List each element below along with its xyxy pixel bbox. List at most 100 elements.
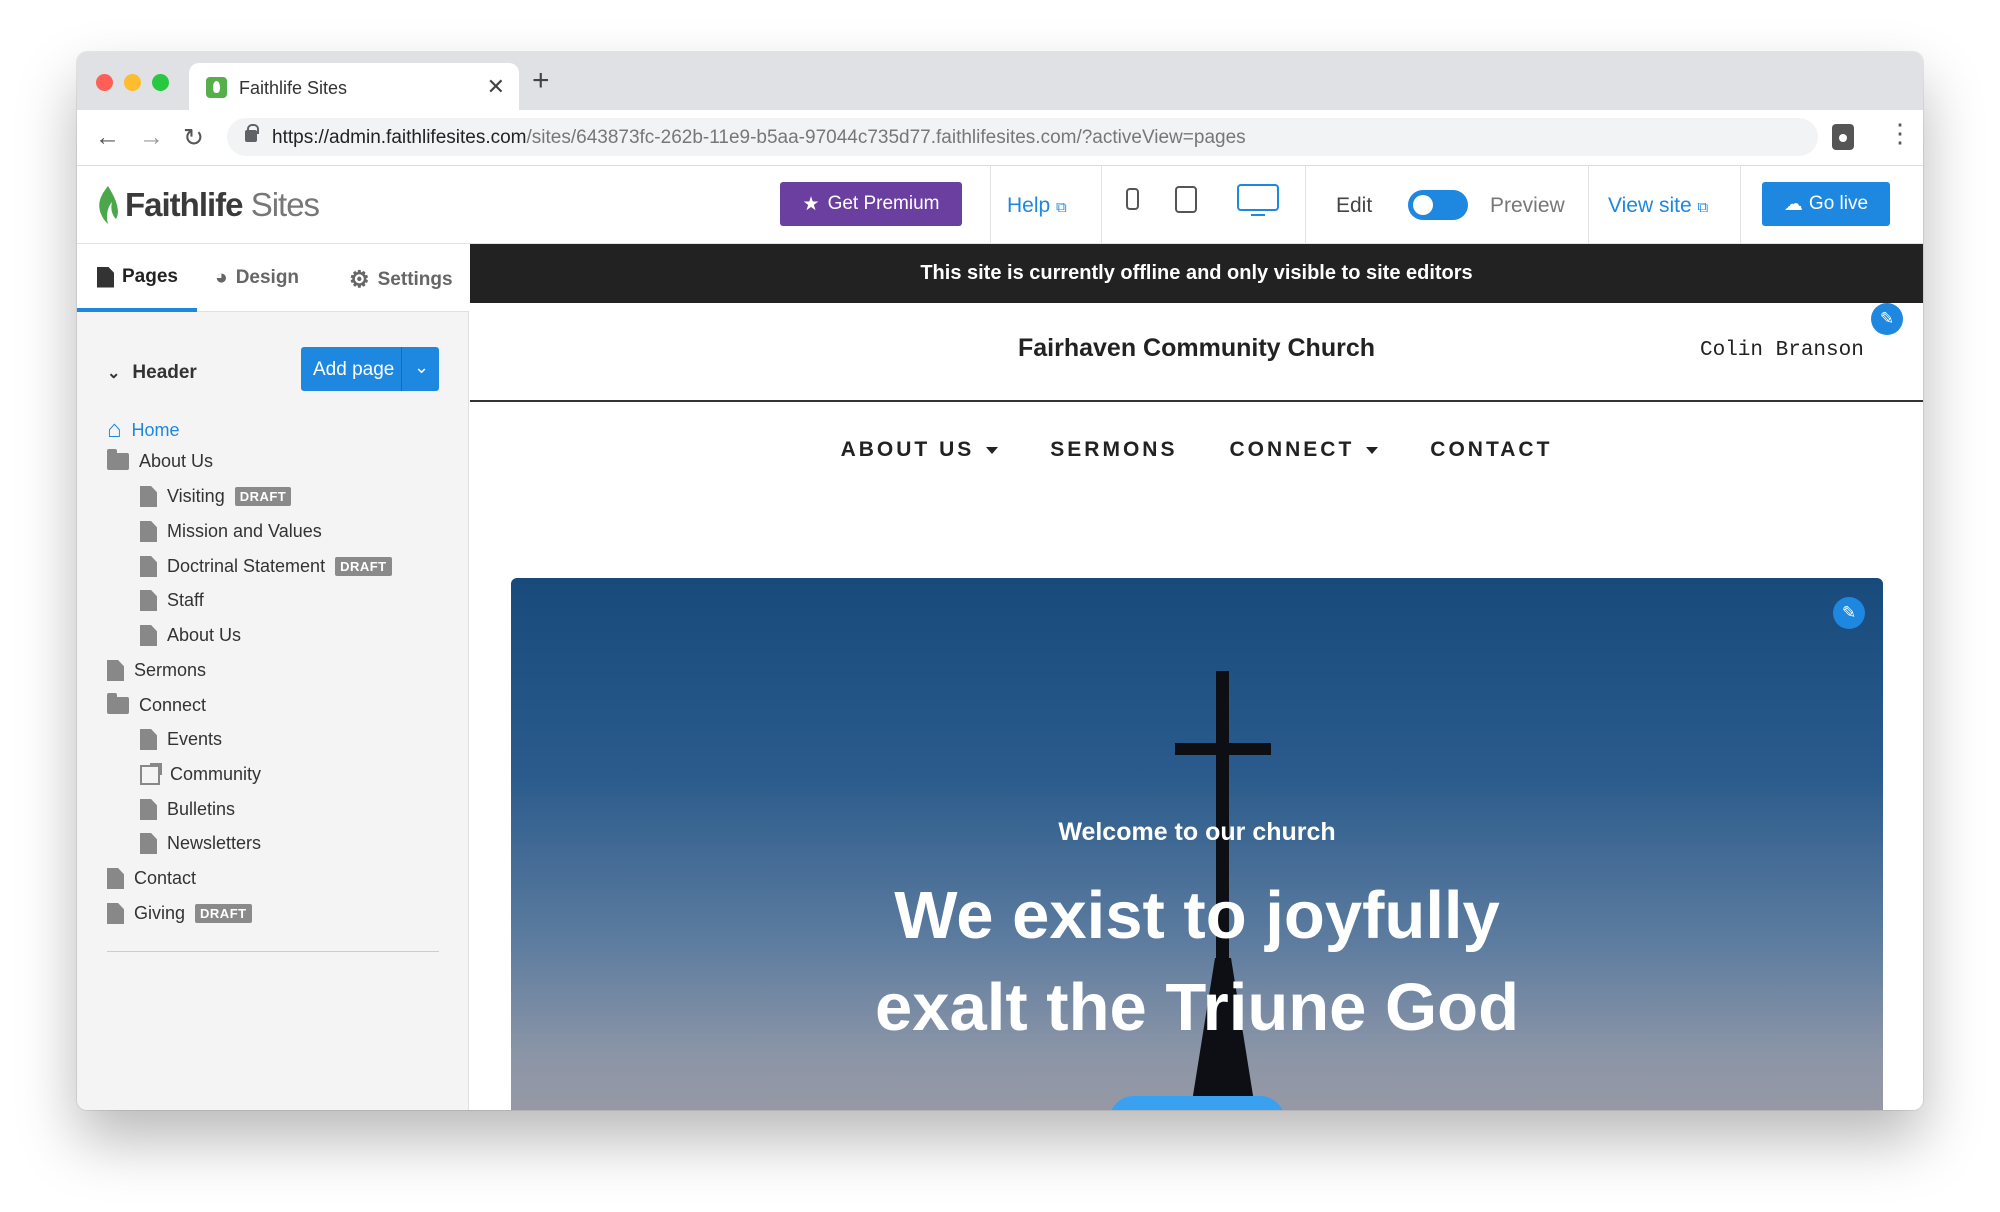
- minimize-window-button[interactable]: [124, 74, 141, 91]
- browser-titlebar: Faithlife Sites ✕ +: [77, 52, 1923, 110]
- sidebar-item-about-us-folder[interactable]: About Us: [107, 449, 213, 472]
- site-nav: ABOUT US SERMONS CONNECT CONTACT: [470, 438, 1923, 462]
- gear-icon: ⚙: [349, 266, 370, 292]
- header-section-toggle[interactable]: ⌄ Header: [107, 362, 197, 384]
- hero-headline: We exist to joyfully exalt the Triune Go…: [874, 878, 1520, 1045]
- app-header: Faithlife Sites ★ Get Premium Help ⧉ Edi…: [77, 166, 1923, 244]
- edit-header-pencil-icon[interactable]: ✎: [1871, 303, 1903, 335]
- palette-icon: ◕: [215, 266, 228, 289]
- maximize-window-button[interactable]: [152, 74, 169, 91]
- user-name[interactable]: Colin Branson: [1700, 339, 1864, 362]
- sidebar-item-visiting[interactable]: Visiting DRAFT: [140, 486, 292, 507]
- hero-button[interactable]: [1109, 1096, 1285, 1110]
- nav-connect[interactable]: CONNECT: [1229, 438, 1379, 462]
- help-link[interactable]: Help ⧉: [1007, 194, 1067, 218]
- browser-tab[interactable]: Faithlife Sites ✕: [189, 63, 519, 110]
- preview-label: Preview: [1490, 194, 1565, 217]
- page-icon: [140, 799, 157, 820]
- page-icon: [140, 486, 157, 507]
- page-icon: [107, 660, 124, 681]
- page-icon: [97, 266, 114, 288]
- sidebar-item-doctrinal-statement[interactable]: Doctrinal Statement DRAFT: [140, 556, 392, 577]
- sidebar-item-contact[interactable]: Contact: [107, 868, 196, 889]
- draft-badge: DRAFT: [335, 557, 392, 576]
- tablet-view-icon[interactable]: [1175, 186, 1197, 213]
- sidebar-item-events[interactable]: Events: [140, 729, 222, 750]
- edit-hero-pencil-icon[interactable]: ✎: [1833, 597, 1865, 629]
- sidebar-item-community[interactable]: Community: [140, 762, 261, 785]
- close-window-button[interactable]: [96, 74, 113, 91]
- cloud-upload-icon: ☁: [1783, 193, 1803, 215]
- sidebar-item-mission-and-values[interactable]: Mission and Values: [140, 521, 322, 542]
- edit-preview-toggle[interactable]: [1408, 190, 1468, 220]
- caret-down-icon: [1366, 446, 1379, 454]
- url-text[interactable]: https://admin.faithlifesites.com/sites/6…: [272, 127, 1246, 149]
- sidebar-tabs: Pages ◕ Design ⚙ Settings: [77, 244, 469, 312]
- extension-icon[interactable]: [1832, 124, 1854, 150]
- caret-down-icon: [986, 446, 999, 454]
- offline-banner: This site is currently offline and only …: [470, 244, 1923, 303]
- active-tab-indicator: [77, 308, 197, 312]
- close-tab-icon[interactable]: ✕: [487, 74, 505, 100]
- view-site-link[interactable]: View site ⧉: [1608, 194, 1708, 218]
- sidebar-item-sermons[interactable]: Sermons: [107, 660, 206, 681]
- home-icon: ⌂: [107, 416, 122, 443]
- folder-icon: [107, 693, 129, 714]
- sidebar-divider: [107, 951, 439, 952]
- flame-logo-icon: [99, 186, 118, 224]
- page-icon: [140, 833, 157, 854]
- external-link-icon: [140, 762, 162, 785]
- page-icon: [140, 521, 157, 542]
- external-link-icon: ⧉: [1056, 199, 1067, 216]
- get-premium-button[interactable]: ★ Get Premium: [780, 182, 962, 226]
- mobile-view-icon[interactable]: [1126, 188, 1139, 210]
- page-icon: [140, 625, 157, 646]
- nav-sermons[interactable]: SERMONS: [1050, 438, 1177, 462]
- edit-label: Edit: [1336, 194, 1373, 217]
- tab-design[interactable]: ◕ Design: [215, 266, 299, 290]
- tab-title: Faithlife Sites: [239, 78, 348, 98]
- address-bar[interactable]: https://admin.faithlifesites.com/sites/6…: [227, 118, 1818, 156]
- hero-welcome-text: Welcome to our church: [1058, 818, 1336, 846]
- go-live-button[interactable]: ☁ Go live: [1762, 182, 1890, 226]
- draft-badge: DRAFT: [234, 487, 292, 506]
- browser-window: Faithlife Sites ✕ + ← → ↻ https://admin.…: [77, 52, 1923, 1110]
- site-header: Fairhaven Community Church Colin Branson…: [470, 303, 1923, 402]
- add-page-dropdown-icon[interactable]: ⌄: [414, 357, 429, 378]
- reload-icon[interactable]: ↻: [183, 123, 204, 153]
- lock-icon: [245, 124, 259, 142]
- sidebar-item-giving[interactable]: Giving DRAFT: [107, 903, 252, 924]
- browser-toolbar: ← → ↻ https://admin.faithlifesites.com/s…: [77, 110, 1923, 166]
- pages-sidebar: Pages ◕ Design ⚙ Settings ⌄ Header Add p…: [77, 244, 469, 1110]
- sidebar-item-staff[interactable]: Staff: [140, 590, 204, 611]
- hero-section: ✎ Welcome to our church We exist to joyf…: [511, 578, 1883, 1110]
- page-icon: [140, 556, 157, 577]
- nav-contact[interactable]: CONTACT: [1430, 438, 1552, 462]
- external-link-icon: ⧉: [1697, 199, 1709, 216]
- tab-pages[interactable]: Pages: [97, 266, 178, 288]
- faithlife-favicon-icon: [206, 77, 227, 98]
- new-tab-button[interactable]: +: [532, 64, 550, 98]
- draft-badge: DRAFT: [195, 904, 252, 923]
- sidebar-item-about-us-page[interactable]: About Us: [140, 625, 241, 646]
- sidebar-item-home[interactable]: ⌂ Home: [107, 416, 180, 444]
- desktop-view-icon[interactable]: [1237, 184, 1279, 211]
- sidebar-item-bulletins[interactable]: Bulletins: [140, 799, 235, 820]
- sidebar-item-newsletters[interactable]: Newsletters: [140, 833, 261, 854]
- page-icon: [107, 868, 124, 889]
- page-icon: [140, 590, 157, 611]
- cross-beam: [1175, 743, 1271, 755]
- add-page-button[interactable]: Add page ⌄: [301, 347, 439, 391]
- browser-menu-icon[interactable]: ⋮: [1887, 120, 1913, 146]
- sidebar-item-connect-folder[interactable]: Connect: [107, 693, 206, 716]
- page-icon: [107, 903, 124, 924]
- desktop-stand: [1251, 214, 1265, 216]
- site-preview: This site is currently offline and only …: [470, 244, 1923, 1110]
- page-icon: [140, 729, 157, 750]
- nav-about-us[interactable]: ABOUT US: [841, 438, 999, 462]
- star-icon: ★: [802, 193, 820, 215]
- folder-icon: [107, 449, 129, 470]
- tab-settings[interactable]: ⚙ Settings: [349, 266, 453, 293]
- back-arrow-icon[interactable]: ←: [95, 123, 120, 152]
- forward-arrow-icon[interactable]: →: [139, 123, 164, 152]
